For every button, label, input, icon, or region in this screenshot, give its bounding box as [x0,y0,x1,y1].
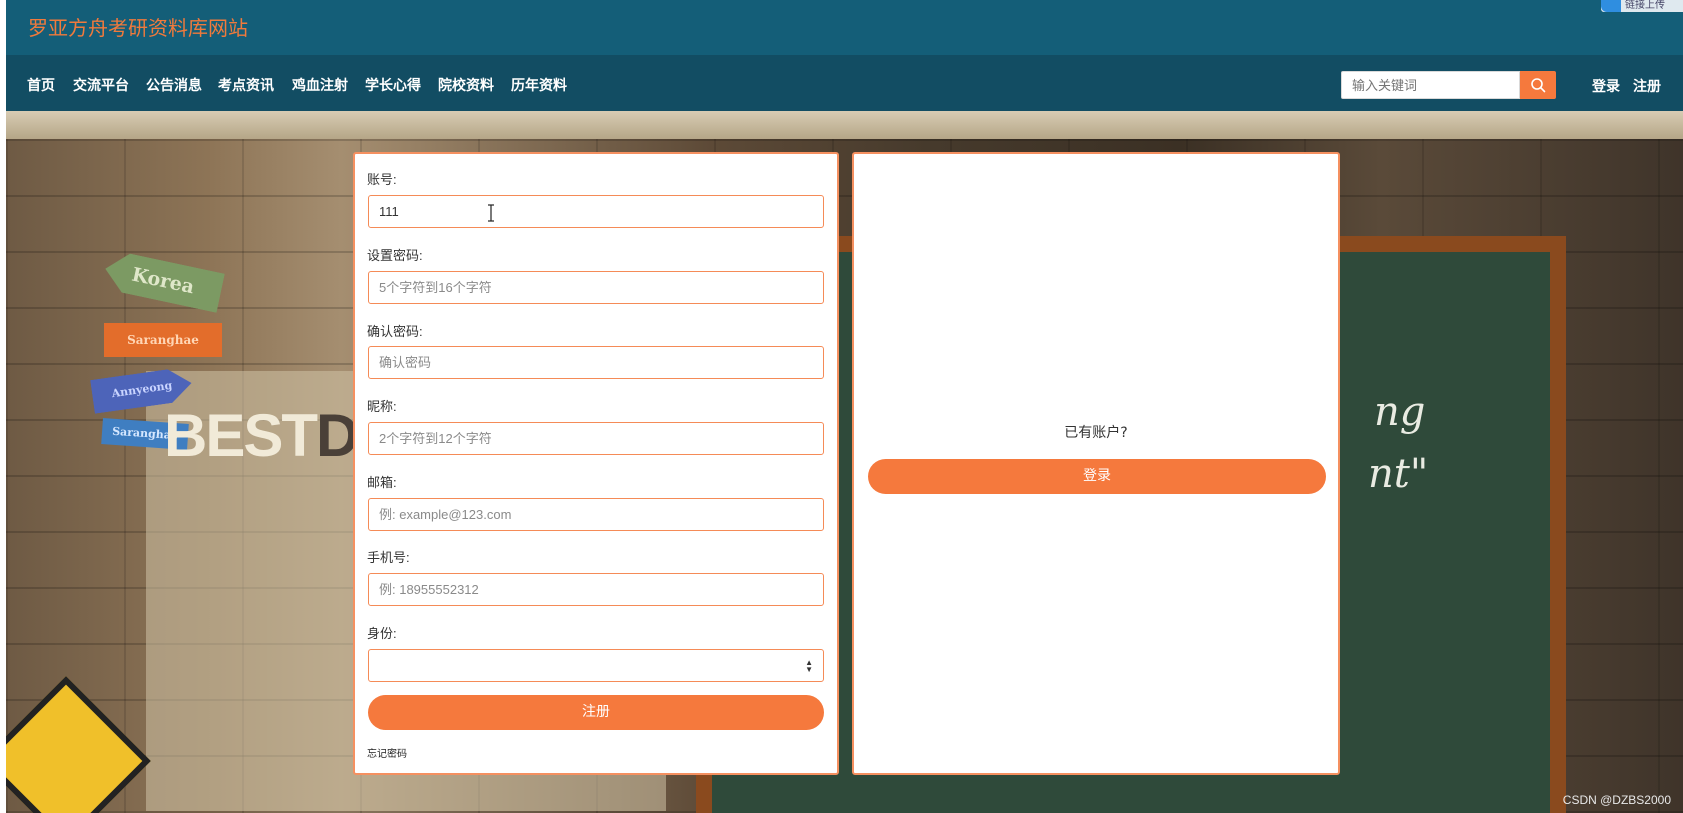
nickname-input[interactable] [368,422,824,455]
main-nav: 首页 交流平台 公告消息 考点资讯 鸡血注射 学长心得 院校资料 历年资料 登录… [6,55,1683,111]
nav-item-home[interactable]: 首页 [27,75,55,95]
site-title[interactable]: 罗亚方舟考研资料库网站 [28,12,248,41]
phone-label: 手机号: [367,550,410,565]
search-button[interactable] [1520,71,1556,99]
forgot-password-link[interactable]: 忘记密码 [367,745,407,760]
badge-icon [1601,0,1621,12]
confirm-password-label: 确认密码: [367,324,423,339]
email-label: 邮箱: [367,475,397,490]
sign-saranghae: Saranghae [104,323,222,357]
nav-item-past-materials[interactable]: 历年资料 [511,75,567,95]
nav-item-senior-tips[interactable]: 学长心得 [365,75,421,95]
nav-item-exam-news[interactable]: 考点资讯 [218,75,274,95]
corner-badge-label: 链接上传 [1625,0,1665,11]
search-input[interactable] [1341,71,1520,99]
nav-item-school-materials[interactable]: 院校资料 [438,75,494,95]
password-label: 设置密码: [367,248,423,263]
login-link[interactable]: 登录 [1592,76,1620,96]
nav-item-notices[interactable]: 公告消息 [146,75,202,95]
site-header: 罗亚方舟考研资料库网站 链接上传 [6,0,1683,55]
corner-badge[interactable]: 链接上传 [1601,0,1683,12]
register-form: 账号: 设置密码: 确认密码: 昵称: 邮箱: 手机号: 身份: ▲▼ 注册 忘… [353,152,839,775]
register-submit-button[interactable]: 注册 [368,695,824,730]
login-panel: 已有账户? 登录 [852,152,1340,775]
has-account-prompt: 已有账户? [1064,425,1128,441]
nav-item-motivation[interactable]: 鸡血注射 [292,75,348,95]
text-cursor-icon [488,204,494,222]
phone-input[interactable] [368,573,824,606]
login-button[interactable]: 登录 [868,459,1326,494]
background-scene: Korea Saranghae Annyeong Saranghae BESTD… [6,111,1683,813]
identity-select[interactable]: ▲ ▼ [368,649,824,682]
chalk-text-1: ng [1374,389,1426,435]
account-input[interactable] [368,195,824,228]
nav-item-forum[interactable]: 交流平台 [73,75,129,95]
chalk-text-2: nt" [1368,451,1429,497]
account-label: 账号: [367,172,397,187]
left-edge [0,0,6,813]
identity-label: 身份: [367,626,397,641]
nickname-label: 昵称: [367,399,397,414]
select-arrows-icon: ▲ ▼ [805,658,813,674]
register-link[interactable]: 注册 [1633,76,1661,96]
confirm-password-input[interactable] [368,346,824,379]
watermark: CSDN @DZBS2000 [1562,793,1671,807]
password-input[interactable] [368,271,824,304]
poster-headline-light: BEST [164,402,318,469]
email-input[interactable] [368,498,824,531]
scene-top-strip [6,111,1683,139]
search-icon [1531,78,1546,93]
